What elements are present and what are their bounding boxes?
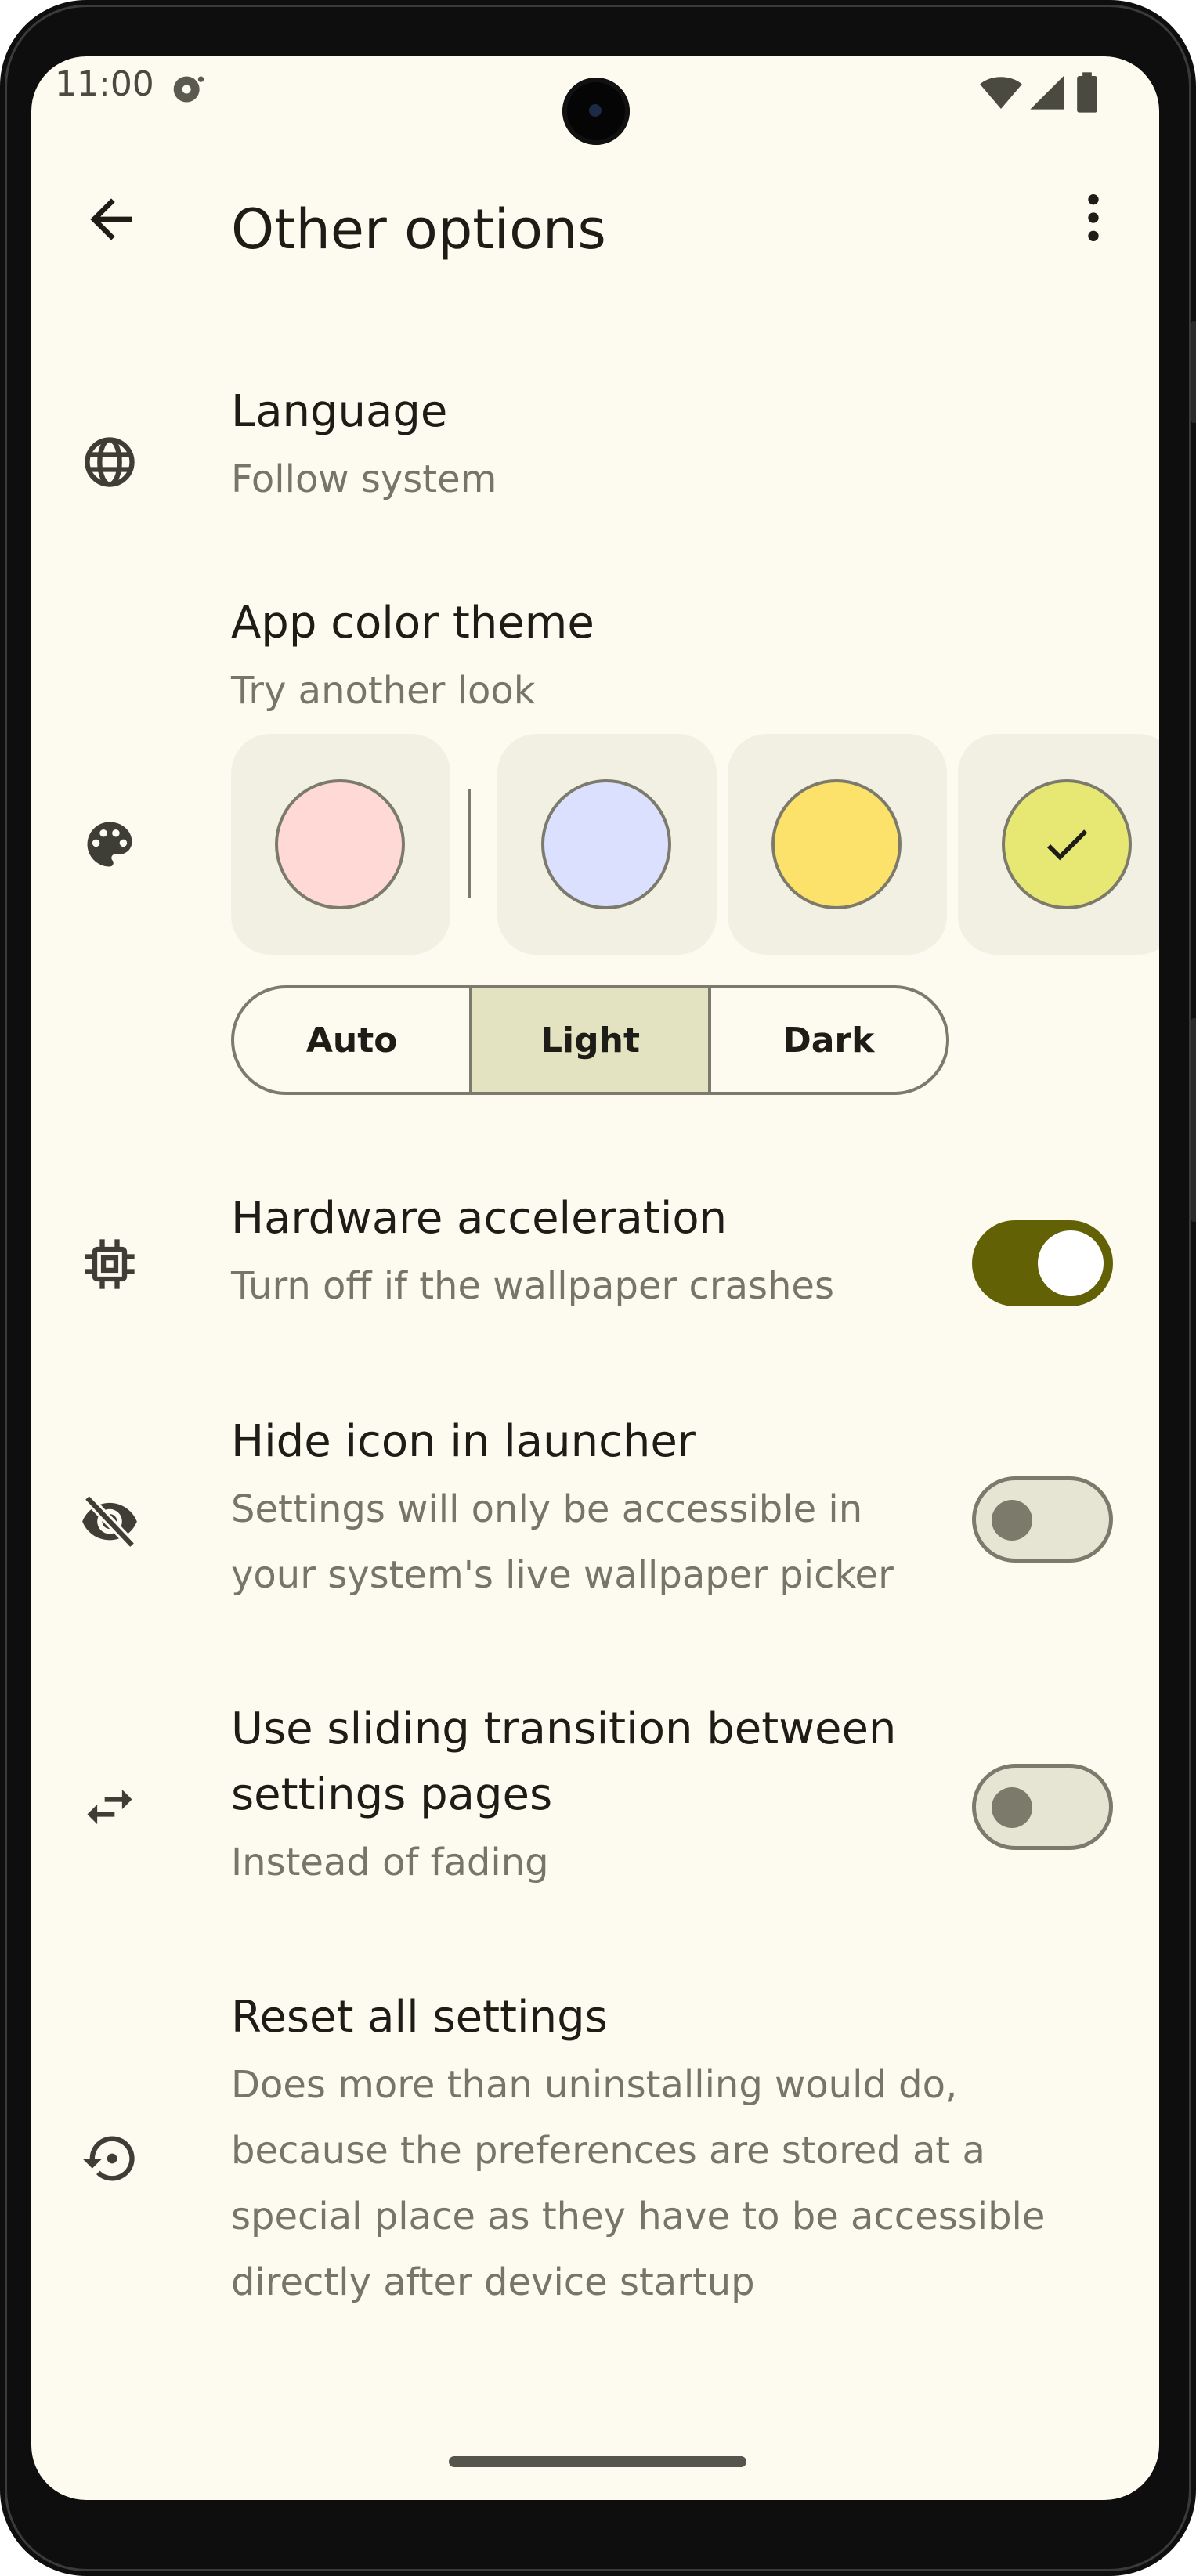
arrow-back-icon[interactable]: [80, 188, 143, 251]
mode-auto-button[interactable]: Auto: [234, 988, 473, 1092]
setting-subtitle: Turn off if the wallpaper crashes: [231, 1264, 834, 1308]
swatch-color: [275, 779, 405, 909]
hardware-acceleration-switch[interactable]: [972, 1220, 1113, 1306]
globe-icon: [85, 437, 135, 487]
setting-subtitle: special place as they have to be accessi…: [231, 2195, 1046, 2238]
setting-subtitle: because the preferences are stored at a: [231, 2129, 985, 2173]
setting-sliding-transition[interactable]: Use sliding transition between settings …: [31, 1664, 1159, 1922]
theme-swatches: [231, 734, 1159, 955]
status-bar: 11:00: [31, 56, 1159, 145]
setting-hardware-acceleration[interactable]: Hardware acceleration Turn off if the wa…: [31, 1153, 1159, 1349]
theme-swatch-blue[interactable]: [497, 734, 717, 955]
page-title: Other options: [231, 197, 606, 262]
setting-subtitle: directly after device startup: [231, 2260, 755, 2304]
setting-title: settings pages: [231, 1769, 553, 1820]
sliding-transition-switch[interactable]: [972, 1764, 1113, 1850]
chip-icon: [85, 1239, 135, 1289]
setting-subtitle: your system's live wallpaper picker: [231, 1553, 894, 1597]
theme-swatch-yellow[interactable]: [728, 734, 947, 955]
wifi-icon: [979, 77, 1022, 109]
setting-subtitle: Try another look: [231, 669, 536, 713]
switch-knob: [1038, 1230, 1104, 1296]
setting-hide-icon[interactable]: Hide icon in launcher Settings will only…: [31, 1376, 1159, 1635]
setting-subtitle: Settings will only be accessible in: [231, 1487, 863, 1531]
theme-swatch-pink[interactable]: [231, 734, 450, 955]
setting-theme: App color theme Try another look: [31, 558, 1159, 746]
setting-reset[interactable]: Reset all settings Does more than uninst…: [31, 1952, 1159, 2359]
setting-language[interactable]: Language Follow system: [31, 346, 1159, 534]
restore-icon: [82, 2136, 135, 2181]
swatch-divider: [468, 789, 471, 898]
visibility-off-icon: [82, 1494, 137, 1549]
theme-swatch-lime[interactable]: [958, 734, 1159, 955]
theme-mode-selector: Auto Light Dark: [231, 985, 949, 1095]
setting-subtitle: Instead of fading: [231, 1841, 549, 1884]
hide-icon-switch[interactable]: [972, 1476, 1113, 1563]
setting-title: Hardware acceleration: [231, 1193, 728, 1244]
mode-light-button[interactable]: Light: [472, 988, 711, 1092]
swap-arrows-icon: [87, 1789, 132, 1825]
swatch-color: [541, 779, 671, 909]
setting-title: Hide icon in launcher: [231, 1416, 696, 1467]
switch-knob: [992, 1500, 1032, 1541]
setting-subtitle: Does more than uninstalling would do,: [231, 2063, 958, 2107]
setting-title: Use sliding transition between: [231, 1703, 897, 1754]
more-vert-icon[interactable]: [1062, 186, 1125, 249]
setting-subtitle: Follow system: [231, 457, 497, 501]
mode-dark-button[interactable]: Dark: [711, 988, 946, 1092]
phone-frame: 11:00 Other options Language Follow syst…: [0, 0, 1196, 2576]
check-icon: [1046, 829, 1088, 861]
volume-button: [1191, 321, 1196, 423]
status-time: 11:00: [55, 64, 154, 104]
status-icons: [979, 70, 1103, 114]
switch-knob: [992, 1787, 1032, 1828]
power-button: [1191, 1018, 1196, 1222]
setting-title: Reset all settings: [231, 1992, 608, 2043]
gesture-home-bar[interactable]: [449, 2456, 746, 2467]
screen: 11:00 Other options Language Follow syst…: [31, 56, 1159, 2500]
app-bar: Other options: [31, 174, 1159, 268]
setting-title: App color theme: [231, 598, 594, 649]
palette-icon: [87, 822, 132, 867]
signal-icon: [1030, 75, 1064, 110]
swatch-color: [771, 779, 902, 909]
setting-title: Language: [231, 386, 448, 437]
swatch-color: [1002, 779, 1132, 909]
sync-icon: [173, 76, 204, 103]
front-camera: [562, 78, 630, 145]
battery-icon: [1077, 72, 1097, 113]
